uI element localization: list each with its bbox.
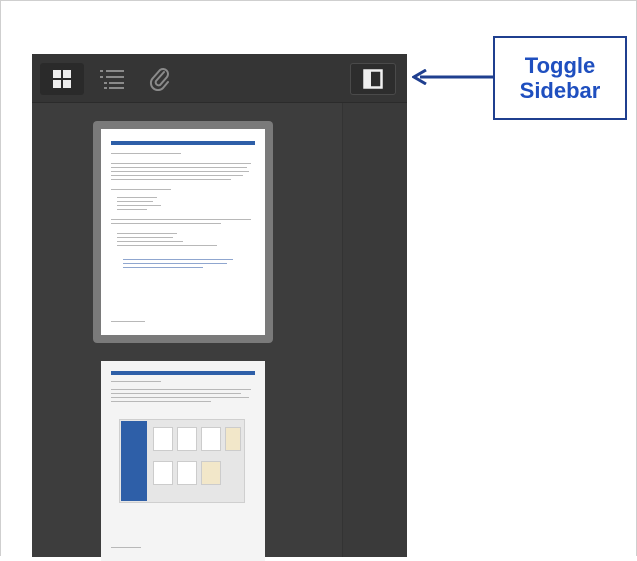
- pdf-viewer: [32, 54, 407, 561]
- page-2-preview: [101, 361, 265, 561]
- callout-line-2: Sidebar: [519, 78, 601, 103]
- outline-view-button[interactable]: [90, 63, 134, 95]
- page-thumbnail-1[interactable]: [93, 121, 273, 343]
- attachments-view-button[interactable]: [138, 63, 182, 95]
- callout-line-1: Toggle: [524, 53, 596, 78]
- thumbnail-view-button[interactable]: [40, 63, 84, 95]
- sidebar-toggle-icon: [363, 69, 383, 89]
- toggle-sidebar-button[interactable]: [350, 63, 396, 95]
- page-thumbnail-2[interactable]: [101, 361, 265, 561]
- callout-arrow: [412, 69, 496, 85]
- paperclip-icon: [149, 68, 169, 91]
- page-1-preview: [101, 129, 265, 335]
- grid-icon: [53, 70, 71, 88]
- thumbnail-sidebar: [32, 103, 343, 561]
- toggle-sidebar-callout: Toggle Sidebar: [493, 36, 627, 120]
- list-icon: [100, 70, 124, 89]
- document-pane: [343, 103, 407, 557]
- sidebar-toolbar: [32, 54, 407, 103]
